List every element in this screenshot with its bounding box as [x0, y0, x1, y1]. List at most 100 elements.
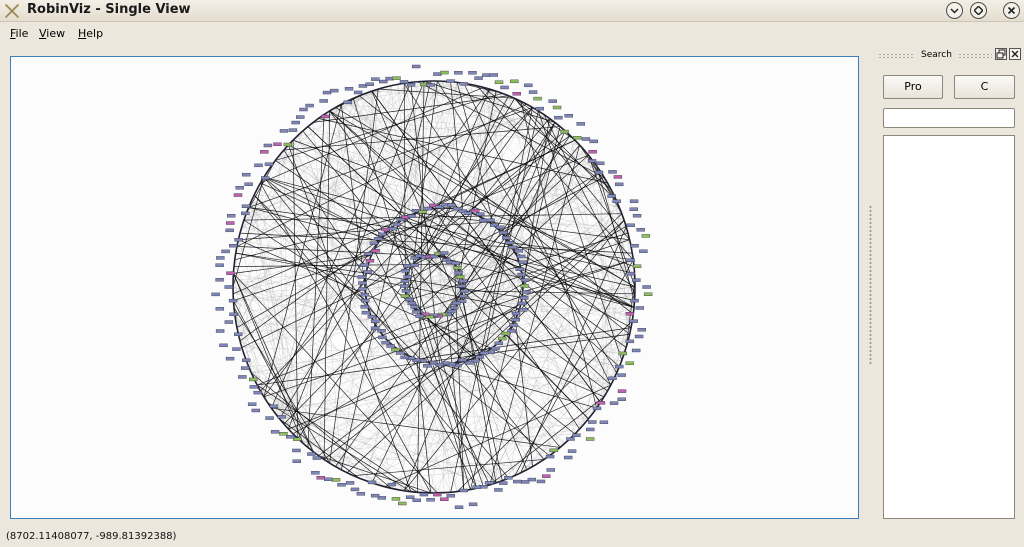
- graph-node: [500, 85, 509, 90]
- graph-node: [324, 477, 333, 481]
- close-button[interactable]: [1003, 2, 1020, 19]
- graph-node: [251, 408, 261, 413]
- dock-title-bar[interactable]: Search: [876, 47, 1023, 63]
- graph-node: [499, 230, 508, 235]
- graph-node: [459, 294, 468, 298]
- graph-node: [513, 479, 522, 484]
- app-icon: [4, 3, 20, 19]
- graph-node: [472, 485, 481, 489]
- pro-button[interactable]: Pro: [883, 75, 943, 99]
- graph-node: [305, 103, 314, 108]
- graph-node: [388, 227, 398, 231]
- graph-node: [595, 161, 605, 166]
- edge-light: [600, 171, 608, 391]
- graph-node: [476, 212, 485, 216]
- graph-node: [567, 449, 577, 453]
- maximize-button[interactable]: [970, 2, 987, 19]
- graph-node: [241, 204, 251, 208]
- dock-close-button[interactable]: [1009, 48, 1021, 60]
- network-graph[interactable]: [11, 57, 858, 518]
- graph-node: [242, 358, 251, 362]
- graph-node: [234, 332, 243, 336]
- graph-node: [592, 406, 602, 411]
- menu-file[interactable]: File: [10, 27, 28, 40]
- close-icon: [1007, 6, 1016, 15]
- graph-node: [404, 297, 414, 302]
- graph-node: [454, 505, 464, 509]
- graph-node: [629, 207, 638, 211]
- graph-node: [608, 170, 617, 174]
- graph-node: [419, 492, 429, 497]
- graph-node: [269, 404, 279, 408]
- menu-help[interactable]: Help: [78, 27, 103, 40]
- graph-node: [241, 211, 250, 216]
- edge-light: [271, 407, 503, 481]
- search-results-list[interactable]: [883, 135, 1015, 519]
- dock-grip-left: [878, 53, 914, 58]
- graph-node: [381, 340, 390, 345]
- graph-node: [406, 83, 416, 87]
- graph-node: [459, 82, 468, 86]
- graph-node: [292, 448, 301, 453]
- graph-node: [510, 79, 519, 84]
- graph-node: [215, 307, 225, 311]
- graph-node: [407, 214, 417, 218]
- graph-node: [322, 90, 332, 95]
- splitter-handle[interactable]: [869, 205, 872, 365]
- graph-node: [224, 285, 233, 289]
- graph-canvas[interactable]: [10, 56, 859, 519]
- graph-node: [609, 401, 619, 405]
- graph-node: [626, 258, 635, 262]
- c-button[interactable]: C: [954, 75, 1015, 99]
- graph-node: [482, 73, 491, 77]
- graph-node: [450, 305, 459, 310]
- graph-node: [617, 373, 626, 377]
- graph-node: [211, 292, 220, 297]
- graph-node: [446, 79, 455, 83]
- graph-node: [463, 211, 473, 215]
- graph-node: [229, 312, 238, 317]
- graph-node: [233, 193, 243, 197]
- graph-node: [528, 90, 538, 94]
- graph-node: [360, 292, 370, 297]
- graph-node: [293, 437, 302, 441]
- edge: [279, 277, 366, 420]
- graph-node: [273, 142, 282, 146]
- graph-node: [458, 358, 467, 362]
- graph-node: [398, 501, 407, 506]
- graph-node: [489, 73, 499, 77]
- graph-node: [369, 241, 379, 245]
- minimize-button[interactable]: [946, 2, 963, 19]
- graph-node: [241, 172, 251, 177]
- graph-node: [391, 347, 400, 352]
- graph-node: [512, 92, 521, 96]
- graph-node: [311, 471, 320, 475]
- graph-node: [312, 456, 322, 460]
- graph-node: [426, 83, 435, 87]
- graph-node: [215, 263, 224, 267]
- dock-title: Search: [921, 50, 952, 60]
- dock-float-button[interactable]: [995, 48, 1007, 60]
- search-input[interactable]: [883, 108, 1015, 128]
- graph-node: [599, 420, 609, 425]
- dock-grip-right: [958, 53, 992, 58]
- graph-node: [386, 344, 395, 348]
- graph-node: [358, 281, 367, 285]
- graph-node: [451, 261, 460, 265]
- edge: [543, 114, 636, 294]
- graph-node: [283, 142, 293, 147]
- graph-node: [433, 492, 442, 497]
- graph-node: [612, 199, 621, 203]
- edge-light: [307, 88, 379, 127]
- graph-node: [260, 150, 269, 154]
- graph-node: [505, 240, 514, 245]
- graph-node: [391, 497, 401, 501]
- edge: [423, 80, 555, 123]
- graph-node: [254, 163, 263, 168]
- menu-view[interactable]: View: [39, 27, 65, 40]
- graph-node: [350, 487, 360, 492]
- graph-node: [573, 136, 582, 140]
- graph-node: [440, 70, 449, 75]
- graph-node: [378, 79, 388, 84]
- graph-node: [307, 452, 316, 456]
